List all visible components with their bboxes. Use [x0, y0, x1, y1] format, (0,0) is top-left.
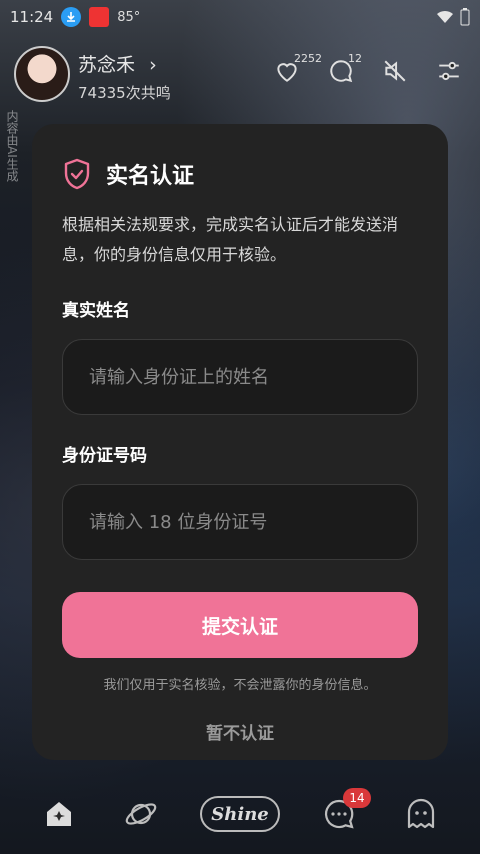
character-name-link[interactable]: 苏念禾 ›	[78, 50, 157, 77]
submit-verification-button[interactable]: 提交认证	[62, 592, 418, 658]
bottom-nav: Shine 14	[0, 774, 480, 854]
status-temperature: 85°	[117, 9, 141, 25]
shine-logo: Shine	[200, 796, 280, 832]
nav-shine[interactable]: Shine	[195, 786, 285, 842]
nav-messages[interactable]: 14	[311, 786, 371, 842]
ghost-icon	[407, 798, 435, 829]
nav-profile[interactable]	[393, 786, 449, 842]
comment-count: 12	[348, 52, 362, 65]
comment-button[interactable]: 12	[328, 52, 362, 90]
mute-button[interactable]	[382, 58, 414, 90]
status-time: 11:24	[10, 8, 54, 26]
settings-button[interactable]	[436, 58, 468, 90]
header-actions: 2252 12	[274, 52, 468, 90]
privacy-note: 我们仅用于实名核验，不会泄露你的身份信息。	[103, 678, 377, 693]
nav-discover[interactable]	[113, 786, 169, 842]
character-name: 苏念禾	[78, 54, 136, 76]
name-field-wrapper	[62, 339, 418, 415]
avatar[interactable]	[14, 46, 70, 102]
sliders-icon	[439, 61, 459, 81]
download-icon	[61, 7, 82, 27]
id-number-input[interactable]	[89, 511, 391, 533]
dialog-title: 实名认证	[106, 164, 195, 189]
real-name-verification-dialog: 实名认证 根据相关法规要求，完成实名认证后才能发送消息，你的身份信息仅用于核验。…	[32, 124, 448, 760]
planet-icon	[125, 803, 157, 825]
dialog-header: 实名认证	[62, 154, 418, 194]
app-notification-icon	[89, 7, 110, 27]
chevron-right-icon: ›	[149, 54, 157, 76]
name-label: 真实姓名	[62, 301, 130, 321]
shield-check-icon	[64, 158, 90, 190]
battery-icon	[460, 8, 470, 26]
message-badge: 14	[343, 788, 371, 808]
home-icon	[47, 802, 71, 826]
like-button[interactable]: 2252	[274, 52, 322, 90]
like-count: 2252	[294, 52, 322, 65]
ai-generated-watermark: 内容由AI生成	[5, 110, 19, 182]
id-field-wrapper	[62, 484, 418, 560]
dialog-description: 根据相关法规要求，完成实名认证后才能发送消息，你的身份信息仅用于核验。	[62, 215, 399, 264]
status-bar: 11:24 85°	[0, 0, 480, 34]
skip-verification-button[interactable]: 暂不认证	[206, 719, 274, 744]
speaker-muted-icon	[384, 60, 406, 82]
name-input[interactable]	[89, 366, 391, 388]
id-number-label: 身份证号码	[62, 446, 147, 466]
resonance-count: 74335次共鸣	[78, 84, 171, 102]
nav-home[interactable]	[31, 786, 87, 842]
wifi-icon	[437, 10, 453, 23]
